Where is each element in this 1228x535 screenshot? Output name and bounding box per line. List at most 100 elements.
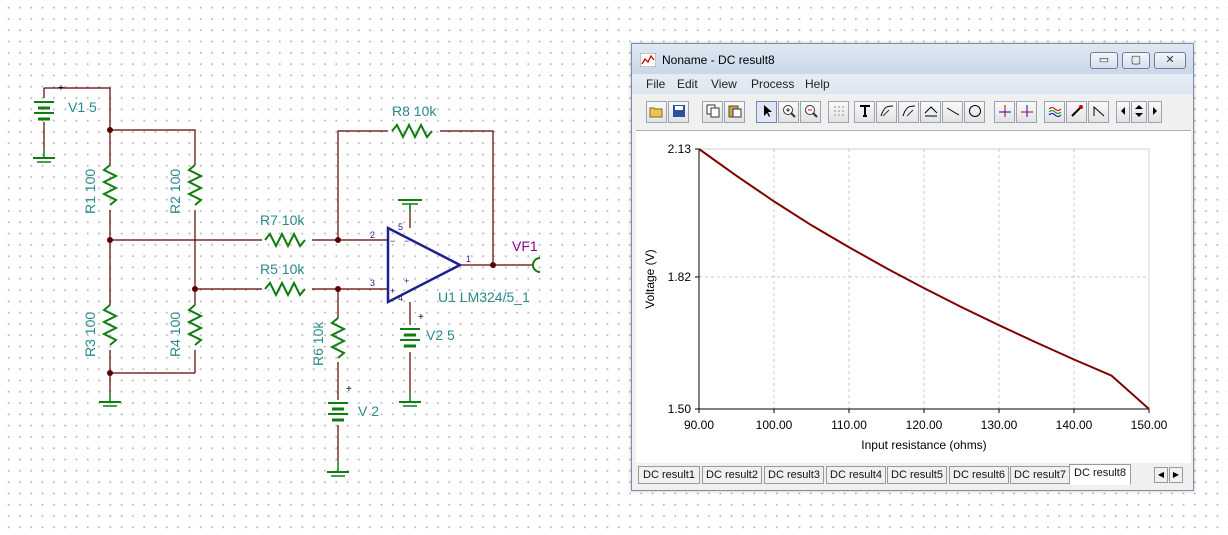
save-icon xyxy=(672,105,685,117)
grid-icon xyxy=(833,106,844,116)
title-bar[interactable]: Noname - DC result8 ▭ ▢ ✕ xyxy=(632,44,1193,74)
x-tick-label: 130.00 xyxy=(981,418,1018,432)
result-tabs: DC result1 DC result2 DC result3 DC resu… xyxy=(632,463,1193,490)
resistor-r5[interactable] xyxy=(264,280,306,298)
grid-button[interactable] xyxy=(828,101,849,123)
maximize-button[interactable]: ▢ xyxy=(1122,52,1150,69)
dc-result-window: Noname - DC result8 ▭ ▢ ✕ File Edit View… xyxy=(631,43,1194,491)
menu-help[interactable]: Help xyxy=(805,77,830,91)
chart-app-icon xyxy=(640,53,656,67)
pin-4: 4 xyxy=(398,293,403,303)
menu-file[interactable]: File xyxy=(646,77,665,91)
plot-area[interactable]: 90.00 100.00 110.00 120.00 130.00 140.00 150.0… xyxy=(636,130,1191,464)
function-icon xyxy=(924,106,937,117)
tab-dc-result2[interactable]: DC result2 xyxy=(702,466,762,484)
minimize-button[interactable]: ▭ xyxy=(1090,52,1118,69)
y-tick-label: 2.13 xyxy=(668,142,692,156)
tab-dc-result1[interactable]: DC result1 xyxy=(638,466,700,484)
waves-button[interactable] xyxy=(1044,101,1065,123)
tab-dc-result7[interactable]: DC result7 xyxy=(1010,466,1070,484)
ground-v1 xyxy=(32,147,56,163)
tab-dc-result3[interactable]: DC result3 xyxy=(764,466,824,484)
window-title: Noname - DC result8 xyxy=(662,53,775,67)
resistor-r7[interactable] xyxy=(264,231,306,249)
tab-dc-result5[interactable]: DC result5 xyxy=(887,466,947,484)
cursor-b-button[interactable] xyxy=(1016,101,1037,123)
schematic: + + + − − + + 2 3 1 4 5 V1 5 R1 100 R2 1… xyxy=(32,83,541,477)
copy-button[interactable] xyxy=(702,101,723,123)
resistor-r4[interactable] xyxy=(186,304,204,346)
tab-scroll-left-icon[interactable]: ◀ xyxy=(1154,467,1168,483)
curve-fit-button[interactable] xyxy=(898,101,919,123)
label-r4: R4 100 xyxy=(167,312,183,357)
updown-icon xyxy=(1135,105,1143,117)
x-tick-label: 110.00 xyxy=(831,418,867,432)
line-button[interactable] xyxy=(942,101,963,123)
resistor-r1[interactable] xyxy=(101,164,119,206)
pin-3: 3 xyxy=(370,278,375,288)
label-vf1: VF1 xyxy=(512,238,538,254)
save-button[interactable] xyxy=(668,101,689,123)
resistor-r3[interactable] xyxy=(101,304,119,346)
x-tick-label: 140.00 xyxy=(1056,418,1093,432)
curve-edit-button[interactable] xyxy=(876,101,897,123)
tab-dc-result6[interactable]: DC result6 xyxy=(949,466,1009,484)
menu-view[interactable]: View xyxy=(711,77,737,91)
voltage-probe-vf1[interactable] xyxy=(532,257,541,273)
source-v2[interactable]: + xyxy=(400,312,424,348)
line-icon xyxy=(946,107,959,116)
x-tick-label: 100.00 xyxy=(756,418,793,432)
x-tick-label: 90.00 xyxy=(684,418,714,432)
text-icon xyxy=(859,105,870,117)
circle-button[interactable] xyxy=(964,101,985,123)
zoom-out-button[interactable] xyxy=(800,101,821,123)
tab-dc-result4[interactable]: DC result4 xyxy=(826,466,886,484)
step-button[interactable] xyxy=(1088,101,1109,123)
probe-button[interactable] xyxy=(1066,101,1087,123)
resistor-r2[interactable] xyxy=(186,164,204,206)
function-button[interactable] xyxy=(920,101,941,123)
y-tick-label: 1.82 xyxy=(668,270,692,284)
tab-dc-result8[interactable]: DC result8 xyxy=(1069,464,1131,485)
svg-text:+: + xyxy=(418,312,424,323)
copy-icon xyxy=(706,104,719,118)
cursor-a-button[interactable] xyxy=(994,101,1015,123)
opamp-inner-minus: − xyxy=(404,236,409,246)
zoom-in-icon xyxy=(782,105,796,118)
curve-edit-icon xyxy=(880,105,893,117)
ground-bottom-left xyxy=(98,391,122,407)
pin-5: 5 xyxy=(398,222,403,232)
close-button[interactable]: ✕ xyxy=(1154,52,1186,69)
source-v3[interactable]: + xyxy=(328,384,352,422)
zoom-in-button[interactable] xyxy=(778,101,799,123)
pin-1: 1 xyxy=(466,254,471,264)
prev-button[interactable] xyxy=(1116,101,1130,123)
menu-process[interactable]: Process xyxy=(751,77,794,91)
svg-text:+: + xyxy=(58,83,64,94)
opamp-plus-sign: + xyxy=(390,286,395,296)
pointer-icon xyxy=(763,105,772,117)
zoom-out-icon xyxy=(804,105,818,118)
menu-bar: File Edit View Process Help xyxy=(632,74,1193,94)
dc-result-chart: 90.00 100.00 110.00 120.00 130.00 140.00 150.0… xyxy=(643,142,1168,452)
text-button[interactable] xyxy=(854,101,875,123)
open-button[interactable] xyxy=(646,101,667,123)
open-icon xyxy=(649,107,663,118)
updown-button[interactable] xyxy=(1131,101,1147,123)
y-tick-label: 1.50 xyxy=(668,402,692,416)
prev-icon xyxy=(1121,107,1125,115)
next-button[interactable] xyxy=(1148,101,1162,123)
ground-v2 xyxy=(398,391,422,407)
label-r1: R1 100 xyxy=(82,169,98,214)
x-tick-label: 150.00 xyxy=(1131,418,1168,432)
resistor-r6[interactable] xyxy=(329,317,347,359)
paste-button[interactable] xyxy=(724,101,745,123)
x-axis-title: Input resistance (ohms) xyxy=(861,438,986,452)
pointer-button[interactable] xyxy=(756,101,777,123)
label-r2: R2 100 xyxy=(167,169,183,214)
tab-scroll-right-icon[interactable]: ▶ xyxy=(1169,467,1183,483)
resistor-r8[interactable] xyxy=(391,122,433,140)
cursor-b-icon xyxy=(1020,105,1033,117)
menu-edit[interactable]: Edit xyxy=(677,77,698,91)
label-r7: R7 10k xyxy=(260,212,305,228)
